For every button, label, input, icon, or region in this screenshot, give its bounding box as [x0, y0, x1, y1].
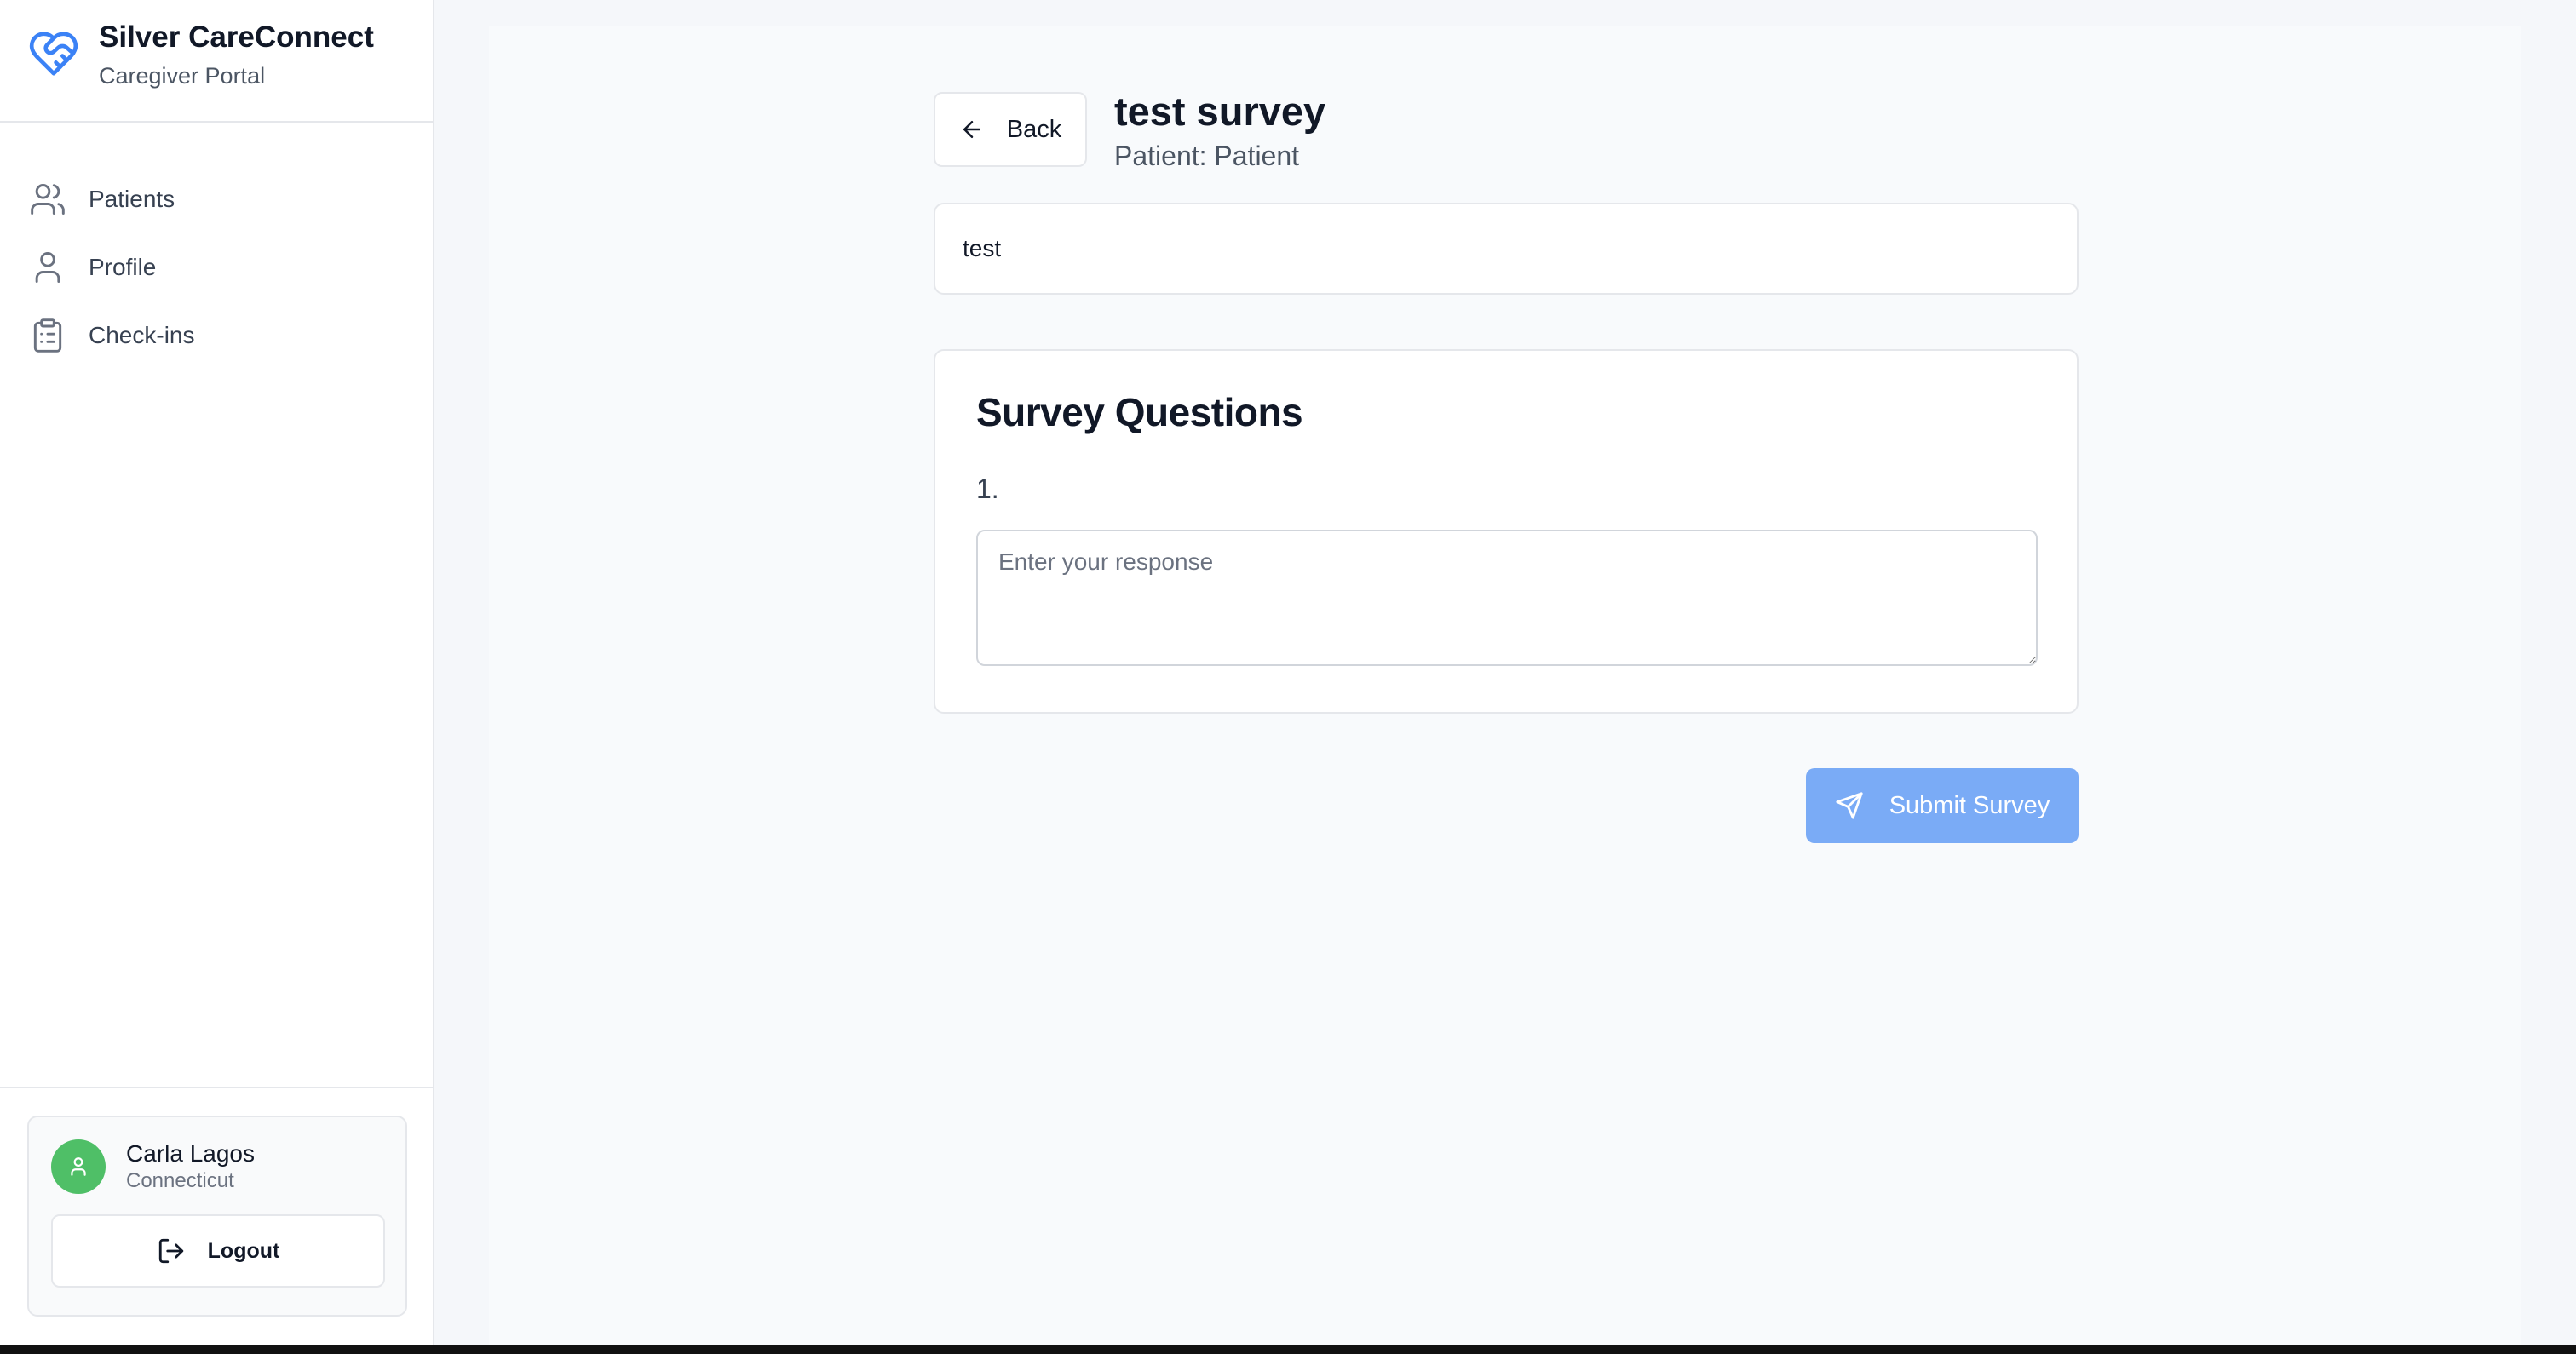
- question-number: 1.: [976, 473, 999, 504]
- user-card: Carla Lagos Connecticut Logout: [27, 1116, 407, 1317]
- survey-questions-card: Survey Questions 1.: [934, 349, 2079, 714]
- window-bottom-edge: [0, 1345, 2576, 1354]
- logout-icon: [158, 1238, 183, 1264]
- sidebar-item-label: Profile: [89, 254, 157, 280]
- logout-label: Logout: [207, 1238, 280, 1263]
- page-title: test survey: [1114, 89, 1326, 134]
- response-textarea[interactable]: [976, 530, 2038, 666]
- sidebar-item-label: Patients: [89, 186, 175, 212]
- user-icon: [35, 252, 60, 283]
- user-name: Carla Lagos: [126, 1140, 255, 1167]
- heart-handshake-icon: [29, 32, 78, 76]
- sidebar-item-label: Check-ins: [89, 322, 195, 348]
- clipboard-list-icon: [33, 318, 62, 353]
- page-header: Back test survey Patient: Patient: [934, 89, 2079, 174]
- main-content: Back test survey Patient: Patient test S…: [489, 26, 2521, 1345]
- avatar: [51, 1139, 106, 1194]
- users-icon: [31, 184, 65, 215]
- sidebar-nav: Patients Profile Check-ins: [0, 123, 433, 370]
- submit-survey-button[interactable]: Submit Survey: [1806, 768, 2079, 843]
- sidebar-footer: Carla Lagos Connecticut Logout: [0, 1087, 433, 1345]
- sidebar: Silver CareConnect Caregiver Portal Pati…: [0, 0, 434, 1345]
- sidebar-item-check-ins[interactable]: Check-ins: [0, 301, 433, 370]
- send-icon: [1836, 792, 1863, 819]
- brand-title: Silver CareConnect: [99, 20, 374, 54]
- submit-label: Submit Survey: [1889, 791, 2050, 819]
- page-subtitle: Patient: Patient: [1114, 141, 1300, 171]
- user-location: Connecticut: [126, 1169, 234, 1192]
- user-avatar-icon: [71, 1157, 86, 1176]
- survey-page: Back test survey Patient: Patient test S…: [934, 89, 2079, 843]
- section-title: Survey Questions: [976, 390, 1303, 434]
- survey-description-card: test: [934, 203, 2079, 295]
- arrow-left-icon: [963, 121, 980, 138]
- sidebar-item-profile[interactable]: Profile: [0, 233, 433, 301]
- logout-button[interactable]: Logout: [51, 1214, 385, 1288]
- brand-header: Silver CareConnect Caregiver Portal: [0, 0, 433, 123]
- brand-subtitle: Caregiver Portal: [99, 63, 266, 89]
- back-button[interactable]: Back: [934, 92, 1087, 167]
- survey-description: test: [963, 235, 1002, 261]
- back-label: Back: [1006, 115, 1062, 143]
- sidebar-item-patients[interactable]: Patients: [0, 165, 433, 233]
